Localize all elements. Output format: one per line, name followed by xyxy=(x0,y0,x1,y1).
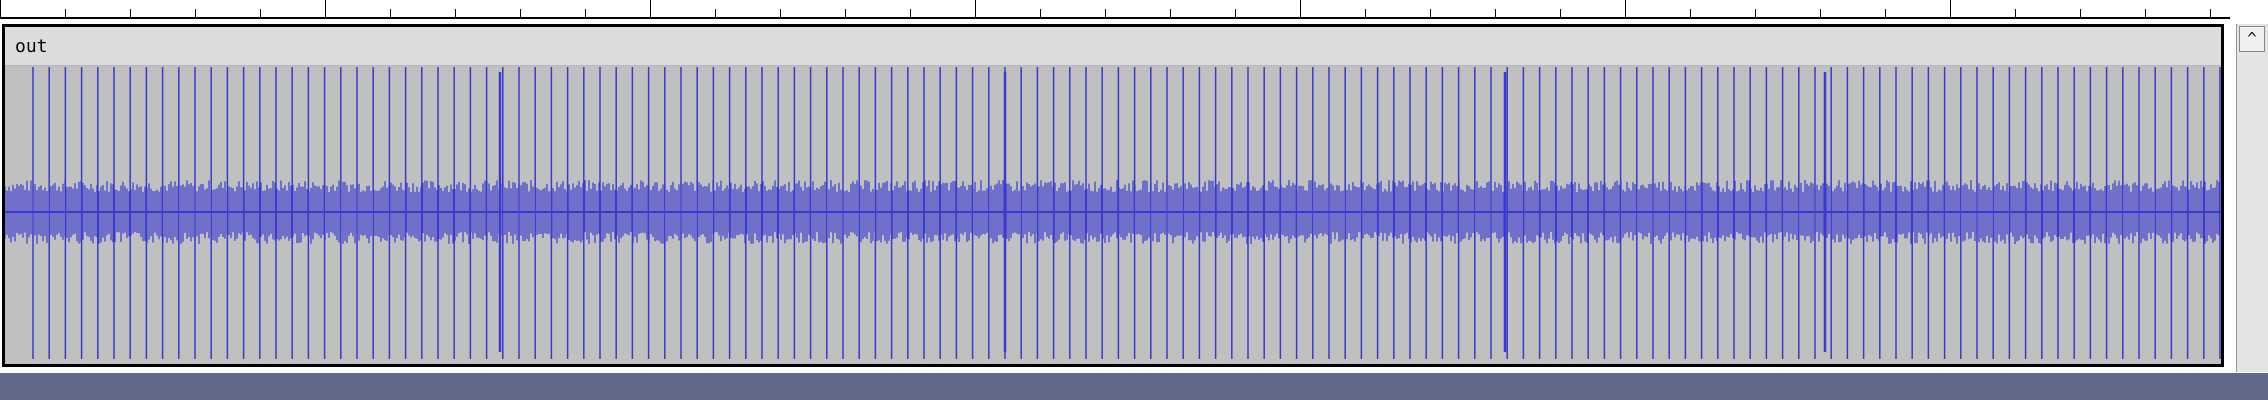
audio-track[interactable]: out xyxy=(2,24,2224,367)
status-bar xyxy=(0,373,2268,400)
waveform xyxy=(5,67,2221,359)
track-header[interactable]: out xyxy=(5,27,2221,66)
chevron-up-icon: ^ xyxy=(2247,29,2257,48)
track-name: out xyxy=(15,36,48,57)
timeline-ruler[interactable] xyxy=(0,0,2230,19)
ruler-ticks xyxy=(0,0,2211,17)
scroll-up-button[interactable]: ^ xyxy=(2239,26,2265,52)
vertical-scrollbar[interactable]: ^ xyxy=(2236,24,2268,372)
